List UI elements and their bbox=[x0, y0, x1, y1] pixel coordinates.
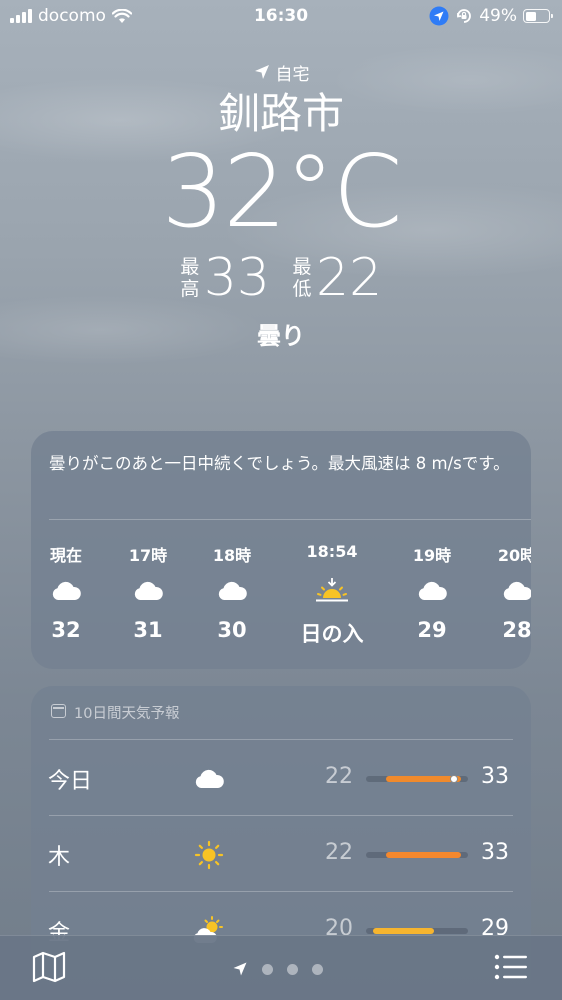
calendar-icon bbox=[51, 704, 66, 718]
battery-percent: 49% bbox=[479, 6, 517, 26]
location-active-icon bbox=[429, 6, 449, 26]
location-arrow-icon bbox=[254, 65, 269, 79]
ten-day-title: 10日間天気予報 bbox=[74, 706, 180, 722]
cloud-icon bbox=[192, 570, 272, 612]
home-label: 自宅 bbox=[275, 64, 310, 85]
current-temperature: 32°C bbox=[161, 133, 402, 250]
hour-label: 18時 bbox=[212, 546, 252, 565]
sun-icon bbox=[189, 835, 229, 875]
hour-temperature: 日の入 bbox=[300, 622, 364, 646]
hour-label: 18:54 bbox=[306, 542, 358, 561]
hour-item: 20時 28 bbox=[477, 520, 531, 642]
hour-item: 18時 30 bbox=[192, 520, 272, 642]
page-dot bbox=[287, 963, 298, 975]
home-location-label: 自宅 bbox=[0, 60, 562, 85]
hour-temperature: 28 bbox=[502, 618, 531, 642]
cloud-icon bbox=[189, 759, 229, 799]
hour-temperature: 29 bbox=[417, 618, 447, 642]
rotation-lock-icon bbox=[457, 9, 472, 23]
forecast-summary: 曇りがこのあと一日中続くでしょう。最大風速は 8 m/sです。 bbox=[49, 454, 510, 473]
forecast-row[interactable]: 木 22 33 bbox=[31, 815, 531, 891]
hourly-forecast-card[interactable]: 曇りがこのあと一日中続くでしょう。最大風速は 8 m/sです。 現在 32 17… bbox=[31, 431, 531, 669]
temperature-range-bar bbox=[366, 852, 468, 858]
forecast-day: 木 bbox=[48, 845, 71, 870]
location-list-button[interactable] bbox=[494, 954, 528, 980]
temperature-range-bar bbox=[366, 928, 468, 934]
forecast-row[interactable]: 今日 22 33 bbox=[31, 739, 531, 815]
temperature-range-fill bbox=[372, 928, 434, 934]
bottom-toolbar bbox=[0, 935, 562, 1000]
condition: 曇り bbox=[257, 322, 305, 350]
hour-temperature: 30 bbox=[217, 618, 247, 642]
low-temperature: 22 bbox=[316, 248, 383, 308]
ten-day-header: 10日間天気予報 bbox=[31, 686, 531, 739]
hour-label: 17時 bbox=[128, 546, 168, 565]
high-temperature: 33 bbox=[203, 248, 270, 308]
battery-icon bbox=[523, 9, 553, 23]
hourly-scroller[interactable]: 現在 32 17時 31 18時 30 18:54 日の入 19時 29 20時… bbox=[31, 520, 531, 669]
hour-item: 18:54 日の入 bbox=[292, 520, 372, 648]
hour-temperature: 31 bbox=[133, 618, 163, 642]
cloud-icon bbox=[392, 570, 472, 612]
list-icon bbox=[494, 954, 527, 980]
hour-item: 19時 29 bbox=[392, 520, 472, 642]
high-label: 最高 bbox=[180, 256, 200, 300]
forecast-high: 33 bbox=[481, 840, 509, 865]
hour-temperature: 32 bbox=[51, 618, 81, 642]
cloud-icon bbox=[477, 570, 531, 612]
forecast-high: 33 bbox=[481, 764, 509, 789]
cloud-icon bbox=[108, 570, 188, 612]
current-weather: 自宅 釧路市 32°C 最高 33 最低 22 曇り bbox=[0, 60, 562, 351]
map-button[interactable] bbox=[31, 951, 67, 983]
forecast-low: 22 bbox=[325, 764, 353, 789]
hour-item: 17時 31 bbox=[108, 520, 188, 642]
hour-label: 19時 bbox=[412, 546, 452, 565]
hour-label: 現在 bbox=[49, 546, 82, 565]
hour-item: 現在 32 bbox=[31, 520, 106, 642]
page-dot bbox=[262, 963, 273, 975]
low-label: 最低 bbox=[292, 256, 312, 300]
map-icon bbox=[32, 951, 66, 983]
page-dot bbox=[312, 963, 323, 975]
hour-label: 20時 bbox=[497, 546, 531, 565]
high-low: 最高 33 最低 22 bbox=[0, 250, 562, 306]
temperature-range-bar bbox=[366, 775, 468, 783]
sunset-icon bbox=[292, 570, 372, 612]
cloud-icon bbox=[31, 570, 106, 612]
page-indicator[interactable] bbox=[232, 961, 323, 977]
current-location-page-icon bbox=[233, 962, 247, 976]
forecast-low: 22 bbox=[325, 840, 353, 865]
status-bar: docomo 16:30 49% bbox=[0, 0, 562, 32]
temperature-range-fill bbox=[386, 852, 462, 858]
forecast-day: 今日 bbox=[48, 769, 93, 794]
